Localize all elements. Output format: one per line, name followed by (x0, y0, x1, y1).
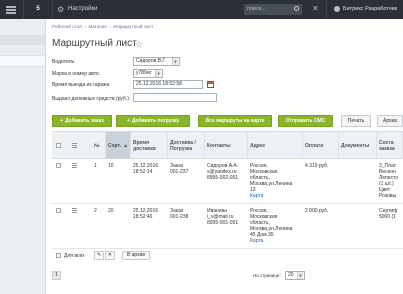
chevron-down-icon: ▼ (155, 70, 161, 77)
notifications-counter[interactable]: 5 (30, 5, 46, 14)
row-order-id: 001-237 (170, 169, 189, 175)
car-select[interactable]: у789иг ▼ (133, 69, 163, 78)
header-contacts[interactable]: Контакты (205, 132, 248, 159)
add-order-button[interactable]: + Добавить заказ (52, 115, 112, 127)
row-menu-icon[interactable] (72, 163, 77, 168)
delete-icon[interactable]: ✕ (105, 251, 115, 260)
per-page-value: 20 (288, 272, 294, 278)
table-footer: Для всех ✎ ✕ В архив (52, 251, 403, 273)
add-load-button[interactable]: + Добавить погрузку (116, 115, 190, 127)
header-delivery[interactable]: Доставка / Погрузка (168, 132, 205, 159)
top-bar: 5 ⚙ Настройки поиск... ✕ Битрикс Разрабо… (0, 0, 403, 19)
header-num[interactable]: № (92, 132, 106, 159)
settings-link[interactable]: Настройки (68, 6, 97, 12)
row-map-link[interactable]: Карта (250, 193, 263, 199)
breadcrumb-item[interactable]: Рабочий стол (52, 25, 82, 30)
row-address-line: Москва,ул.Ленина (250, 181, 293, 187)
current-page[interactable]: 1 (52, 271, 61, 280)
departure-input[interactable]: 25.12.2016 18:52:58 (133, 80, 203, 89)
user-name[interactable]: Битрикс Разработчик (343, 6, 397, 12)
header-composition[interactable]: Соста заказа (377, 132, 403, 159)
cash-input[interactable] (133, 93, 217, 102)
per-page-label: На странице: (253, 273, 281, 278)
car-label: Марка и номер авто: (52, 71, 101, 77)
row-contact-phone: 8995-002-001 (207, 175, 239, 181)
close-icon[interactable]: ✕ (311, 4, 320, 13)
plus-icon: + (60, 118, 64, 124)
search-icon[interactable] (294, 6, 299, 11)
archive-button[interactable]: Архив (377, 115, 403, 127)
row-sort: 20 (108, 208, 114, 214)
all-routes-map-button[interactable]: Все маршруты на карте (198, 115, 272, 127)
sidebar-item-active[interactable] (0, 35, 45, 45)
table-header: № Сорт. ▲ Время доставки Доставка / Погру… (52, 131, 403, 159)
driver-label: Водитель: (52, 59, 76, 65)
row-time: 18:52:46 (133, 214, 153, 220)
per-page-select[interactable]: 20 ▼ (285, 271, 305, 280)
row-composition-line: 5000 (1 (379, 214, 396, 220)
left-sidebar (0, 19, 46, 294)
apply-all-label: Для всех (64, 253, 85, 259)
departure-label: Время выезда из гаража (52, 82, 110, 88)
row-composition-line: Розовы (379, 193, 397, 199)
apply-all-checkbox[interactable] (56, 253, 61, 258)
sort-arrow-icon: ▲ (123, 142, 129, 149)
row-checkbox[interactable] (56, 208, 61, 213)
toolbar: + Добавить заказ + Добавить погрузку Все м… (52, 115, 403, 129)
divider (23, 0, 24, 19)
to-archive-button[interactable]: В архив (122, 251, 150, 260)
divider (326, 0, 327, 19)
cash-label: Выдано денежных средств (руб.) (52, 96, 129, 102)
driver-value: Сидоров В.Г. (136, 58, 166, 64)
header-address[interactable]: Адрес (248, 132, 303, 159)
row-time: 18:52:14 (133, 169, 153, 175)
calendar-icon[interactable] (207, 81, 214, 88)
print-button[interactable]: Печать (341, 115, 371, 127)
row-map-link[interactable]: Карта (250, 238, 263, 244)
breadcrumb-item[interactable]: Маршрутный лист (113, 25, 154, 30)
row-num: 2 (94, 208, 97, 214)
main-panel: Рабочий стол › Магазин › Маршрутный лист… (46, 19, 403, 294)
row-sort: 10 (108, 163, 114, 169)
row-contact-phone: 8995-001-001 (207, 220, 239, 226)
header-sort[interactable]: Сорт. ▲ (106, 132, 131, 159)
driver-select[interactable]: Сидоров В.Г. ▼ (133, 57, 180, 66)
breadcrumb-item[interactable]: Магазин (88, 25, 107, 30)
page-title: Маршрутный лист (52, 38, 137, 49)
row-payment: 2 000 руб. (305, 208, 329, 214)
send-sms-button[interactable]: Отправить СМС (278, 115, 333, 127)
table-row[interactable]: 1 10 25.12.2016 18:52:14 Заказ 001-237 С… (52, 160, 403, 204)
row-num: 1 (94, 163, 97, 169)
menu-icon[interactable] (6, 6, 16, 14)
car-value: у789иг (136, 70, 152, 76)
row-payment: 4 319 руб. (305, 163, 329, 169)
search-input[interactable]: поиск... (244, 4, 302, 15)
search-placeholder: поиск... (247, 6, 266, 12)
header-docs[interactable]: Документы (339, 132, 377, 159)
plus-icon: + (126, 118, 130, 124)
header-payment[interactable]: Оплата (303, 132, 339, 159)
table-row[interactable]: 2 20 25.12.2016 18:52:46 Заказ 001-238 И… (52, 205, 403, 249)
row-checkbox[interactable] (56, 163, 61, 168)
chevron-down-icon: ▼ (297, 272, 303, 279)
user-avatar-icon[interactable] (334, 6, 340, 12)
select-all-checkbox[interactable] (56, 143, 61, 148)
row-menu-icon[interactable] (72, 208, 77, 213)
gear-icon[interactable]: ⚙ (57, 5, 66, 14)
sidebar-item[interactable] (0, 55, 45, 67)
divider (52, 0, 53, 19)
header-time[interactable]: Время доставки (131, 132, 168, 159)
breadcrumb: Рабочий стол › Магазин › Маршрутный лист (52, 25, 154, 30)
menu-icon[interactable] (72, 143, 77, 148)
star-icon[interactable]: ☆ (135, 39, 143, 49)
row-order-id: 001-238 (170, 214, 189, 220)
chevron-down-icon: ▼ (172, 58, 178, 65)
edit-icon[interactable]: ✎ (94, 251, 104, 260)
